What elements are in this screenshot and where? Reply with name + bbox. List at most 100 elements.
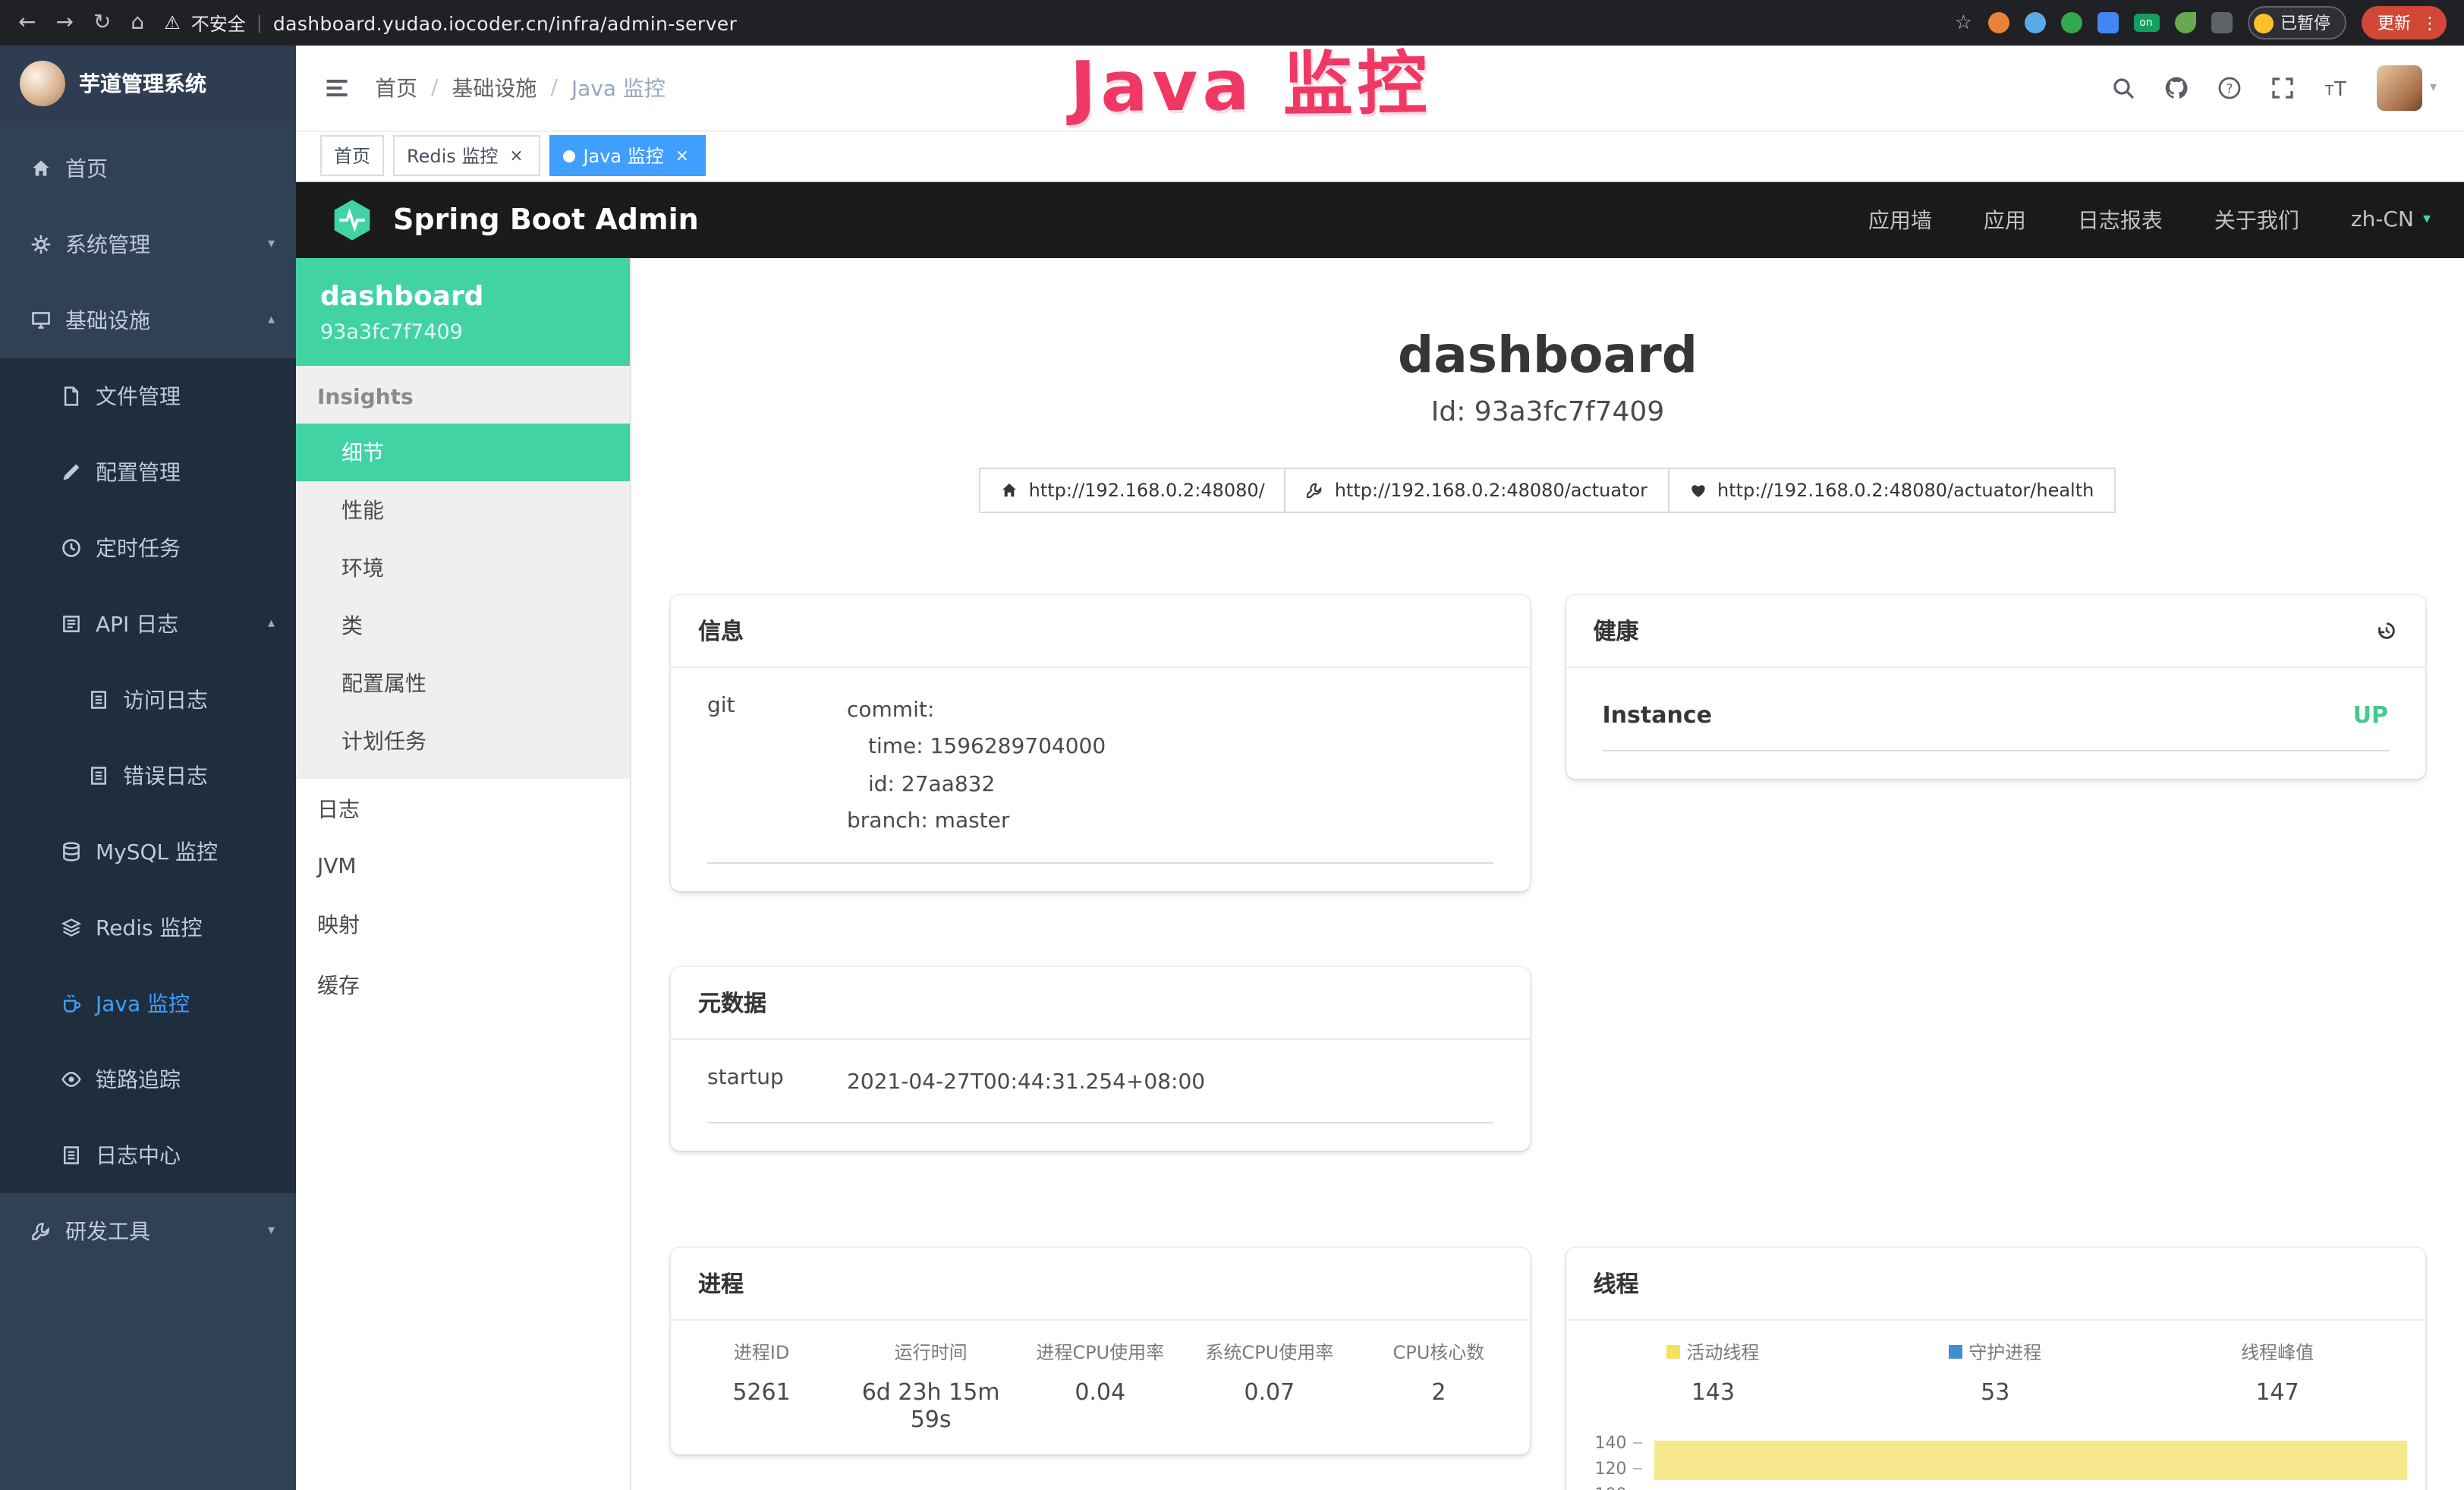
browser-chrome: ← → ↻ ⌂ ⚠ 不安全 | dashboard.yudao.iocoder.… (0, 0, 2464, 46)
refresh-button[interactable]: ↻ (93, 12, 111, 33)
extension-icon[interactable] (2024, 12, 2045, 33)
sba-item-scheduled-tasks[interactable]: 计划任务 (296, 711, 630, 769)
sba-body: dashboard 93a3fc7f7409 Insights 细节 性能 环境… (296, 257, 2464, 1490)
update-button[interactable]: 更新 ⋮ (2361, 6, 2446, 39)
instance-header[interactable]: dashboard 93a3fc7f7409 (296, 257, 630, 365)
tab-java-monitor[interactable]: Java 监控 × (549, 136, 706, 177)
chevron-down-icon: ▾ (2423, 212, 2431, 228)
paused-extension-badge[interactable]: 已暂停 (2247, 6, 2346, 39)
breadcrumb: 首页 / 基础设施 / Java 监控 (375, 73, 666, 103)
close-icon[interactable]: × (672, 146, 693, 167)
tab-home[interactable]: 首页 (320, 136, 384, 177)
sidebar-item-access-logs[interactable]: 访问日志 (0, 662, 296, 738)
paused-label: 已暂停 (2280, 11, 2330, 35)
sba-nav-journal[interactable]: 日志报表 (2078, 205, 2163, 235)
health-link[interactable]: http://192.168.0.2:48080/actuator/health (1667, 467, 2115, 512)
startup-row: startup 2021-04-27T00:44:31.254+08:00 (707, 1045, 1493, 1123)
instance-id: 93a3fc7f7409 (320, 320, 606, 344)
sba-item-classes[interactable]: 类 (296, 596, 630, 654)
extension-icon[interactable] (2060, 12, 2082, 33)
sba-item-performance[interactable]: 性能 (296, 480, 630, 538)
sba-item-details[interactable]: 细节 (296, 423, 630, 480)
browser-window: ← → ↻ ⌂ ⚠ 不安全 | dashboard.yudao.iocoder.… (0, 0, 2464, 1490)
extension-icon[interactable] (1987, 12, 2009, 33)
sba-nav-wallboard[interactable]: 应用墙 (1868, 205, 1932, 235)
sba-item-environment[interactable]: 环境 (296, 538, 630, 596)
actuator-link[interactable]: http://192.168.0.2:48080/actuator (1285, 467, 1669, 512)
extension-icon[interactable] (2097, 12, 2118, 33)
sidebar-item-log-center[interactable]: 日志中心 (0, 1117, 296, 1193)
sidebar-item-scheduled-jobs[interactable]: 定时任务 (0, 510, 296, 586)
health-instance-label: Instance (1603, 701, 1712, 728)
sidebar-item-java-monitor[interactable]: Java 监控 (0, 966, 296, 1041)
sidebar-item-api-logs[interactable]: API 日志 ▴ (0, 586, 296, 662)
bookmark-star-icon[interactable]: ☆ (1955, 11, 1972, 34)
close-icon[interactable]: × (505, 146, 527, 167)
instance-home-link[interactable]: http://192.168.0.2:48080/ (979, 467, 1286, 512)
process-card: 进程 进程ID 5261 运行时间 6d 23h 15m (671, 1248, 1530, 1454)
app-logo[interactable]: 芋道管理系统 (0, 46, 296, 121)
update-label: 更新 (2377, 11, 2411, 35)
threads-card-header: 线程 (1566, 1248, 2425, 1321)
help-icon[interactable] (2217, 76, 2242, 100)
hamburger-icon[interactable] (323, 74, 351, 102)
sidebar-item-redis-monitor[interactable]: Redis 监控 (0, 890, 296, 966)
info-key: git (707, 691, 847, 840)
fullscreen-icon[interactable] (2270, 76, 2295, 100)
sidebar-item-dashboard[interactable]: 首页 (0, 131, 296, 206)
sidebar-item-infrastructure[interactable]: 基础设施 ▴ (0, 282, 296, 358)
sba-nav: 应用墙 应用 日志报表 关于我们 zh-CN ▾ (1868, 205, 2431, 235)
user-menu[interactable]: ▾ (2377, 65, 2437, 111)
sidebar-item-config-management[interactable]: 配置管理 (0, 434, 296, 510)
navbar-actions: ▾ (2111, 65, 2437, 111)
threads-card: 线程 活动线程 143 守护进程 53 (1566, 1248, 2425, 1490)
sidebar-item-tracing[interactable]: 链路追踪 (0, 1041, 296, 1117)
sba-item-logs[interactable]: 日志 (296, 778, 630, 839)
sba-header: Spring Boot Admin 应用墙 应用 日志报表 关于我们 zh-CN… (296, 182, 2464, 258)
sba-nav-applications[interactable]: 应用 (1984, 205, 2026, 235)
forward-button[interactable]: → (55, 12, 73, 33)
doc-icon (88, 689, 109, 710)
clock-icon (61, 537, 82, 559)
sidebar-item-dev-tools[interactable]: 研发工具 ▾ (0, 1193, 296, 1269)
sidebar-item-mysql-monitor[interactable]: MySQL 监控 (0, 814, 296, 890)
extension-on-badge[interactable]: on (2133, 14, 2159, 32)
sba-nav-about[interactable]: 关于我们 (2214, 205, 2299, 235)
extension-puzzle-icon[interactable] (2211, 12, 2232, 33)
admin-sidebar: 芋道管理系统 首页 系统管理 ▾ 基础设施 ▴ (0, 46, 296, 1490)
sidebar-item-error-logs[interactable]: 错误日志 (0, 738, 296, 814)
metadata-card: 元数据 startup 2021-04-27T00:44:31.254+08:0… (671, 966, 1530, 1151)
breadcrumb-infrastructure[interactable]: 基础设施 (452, 73, 537, 103)
github-icon[interactable] (2164, 76, 2189, 100)
search-icon[interactable] (2111, 76, 2135, 100)
chevron-up-icon: ▴ (268, 616, 275, 632)
y-axis-tick: 120 (1575, 1459, 1642, 1479)
history-icon[interactable] (2374, 619, 2397, 641)
breadcrumb-home[interactable]: 首页 (375, 73, 417, 103)
font-size-icon[interactable] (2324, 76, 2348, 100)
sba-item-mappings[interactable]: 映射 (296, 893, 630, 954)
sidebar-item-file-management[interactable]: 文件管理 (0, 358, 296, 434)
edit-icon (61, 461, 82, 483)
app-title: 芋道管理系统 (79, 68, 206, 99)
wrench-icon (1306, 480, 1324, 499)
sba-item-config-properties[interactable]: 配置属性 (296, 654, 630, 711)
extension-icon[interactable] (2174, 12, 2195, 33)
home-button[interactable]: ⌂ (131, 12, 144, 33)
chevron-down-icon: ▾ (2430, 80, 2437, 96)
locale-select[interactable]: zh-CN ▾ (2351, 208, 2431, 232)
smiley-icon (2253, 13, 2273, 33)
info-card: 信息 git commit: time: 1596289704000 id: 2 (671, 594, 1530, 890)
kebab-menu-icon[interactable]: ⋮ (2422, 13, 2438, 33)
y-axis-tick: 100 (1575, 1485, 1642, 1490)
info-card-header: 信息 (671, 594, 1530, 667)
sba-item-jvm[interactable]: JVM (296, 839, 630, 893)
legend-live-threads: 活动线程 143 (1572, 1339, 1855, 1406)
health-instance-row[interactable]: Instance UP (1603, 673, 2389, 751)
sidebar-item-system-management[interactable]: 系统管理 ▾ (0, 206, 296, 282)
sba-item-caches[interactable]: 缓存 (296, 954, 630, 1015)
back-button[interactable]: ← (18, 12, 36, 33)
address-bar[interactable]: ⚠ 不安全 | dashboard.yudao.iocoder.cn/infra… (164, 10, 737, 36)
tab-redis-monitor[interactable]: Redis 监控 × (393, 136, 540, 177)
avatar[interactable] (2377, 65, 2422, 111)
